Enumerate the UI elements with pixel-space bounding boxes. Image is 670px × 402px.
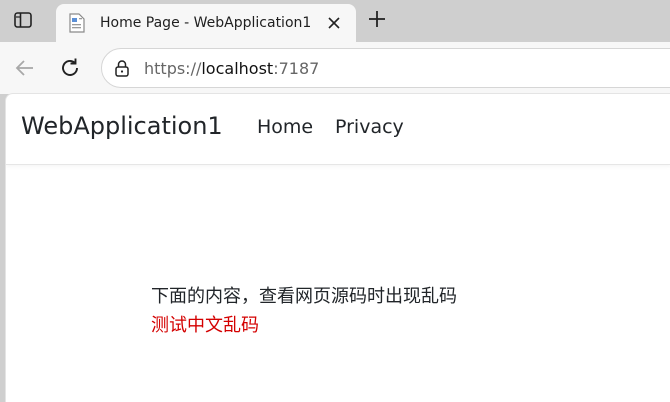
page-viewport: WebApplication1 Home Privacy 下面的内容，查看网页源… [5, 93, 670, 402]
url-port: :7187 [273, 58, 320, 78]
tab-strip: Home Page - WebApplication1 [0, 0, 670, 42]
nav-link-privacy[interactable]: Privacy [335, 116, 404, 138]
back-button[interactable] [12, 55, 38, 81]
address-url: https://localhost:7187 [144, 59, 319, 78]
plus-icon [369, 11, 385, 27]
tab-home-page[interactable]: Home Page - WebApplication1 [56, 4, 356, 42]
sidebar-icon [14, 12, 32, 28]
browser-toolbar: https://localhost:7187 [0, 42, 670, 94]
new-tab-button[interactable] [364, 6, 390, 32]
url-host: localhost [201, 58, 274, 78]
content-line-2: 测试中文乱码 [151, 315, 259, 336]
sidebar-toggle-button[interactable] [6, 5, 40, 35]
browser-window: Home Page - WebApplication1 https://loca… [0, 0, 670, 402]
url-scheme: https:// [144, 58, 202, 78]
close-icon[interactable] [324, 13, 344, 33]
tab-title: Home Page - WebApplication1 [100, 15, 312, 31]
lock-icon[interactable] [112, 58, 132, 78]
reload-button[interactable] [57, 55, 83, 81]
main-content: 下面的内容，查看网页源码时出现乱码 测试中文乱码 [151, 282, 457, 340]
nav-link-home[interactable]: Home [257, 116, 313, 138]
site-navbar: WebApplication1 Home Privacy [6, 94, 670, 165]
document-icon [66, 12, 88, 34]
address-bar[interactable]: https://localhost:7187 [101, 48, 670, 88]
content-line-1: 下面的内容，查看网页源码时出现乱码 [151, 286, 457, 307]
reload-icon [62, 58, 78, 76]
site-brand-link[interactable]: WebApplication1 [21, 112, 223, 140]
back-arrow-icon [15, 60, 33, 76]
